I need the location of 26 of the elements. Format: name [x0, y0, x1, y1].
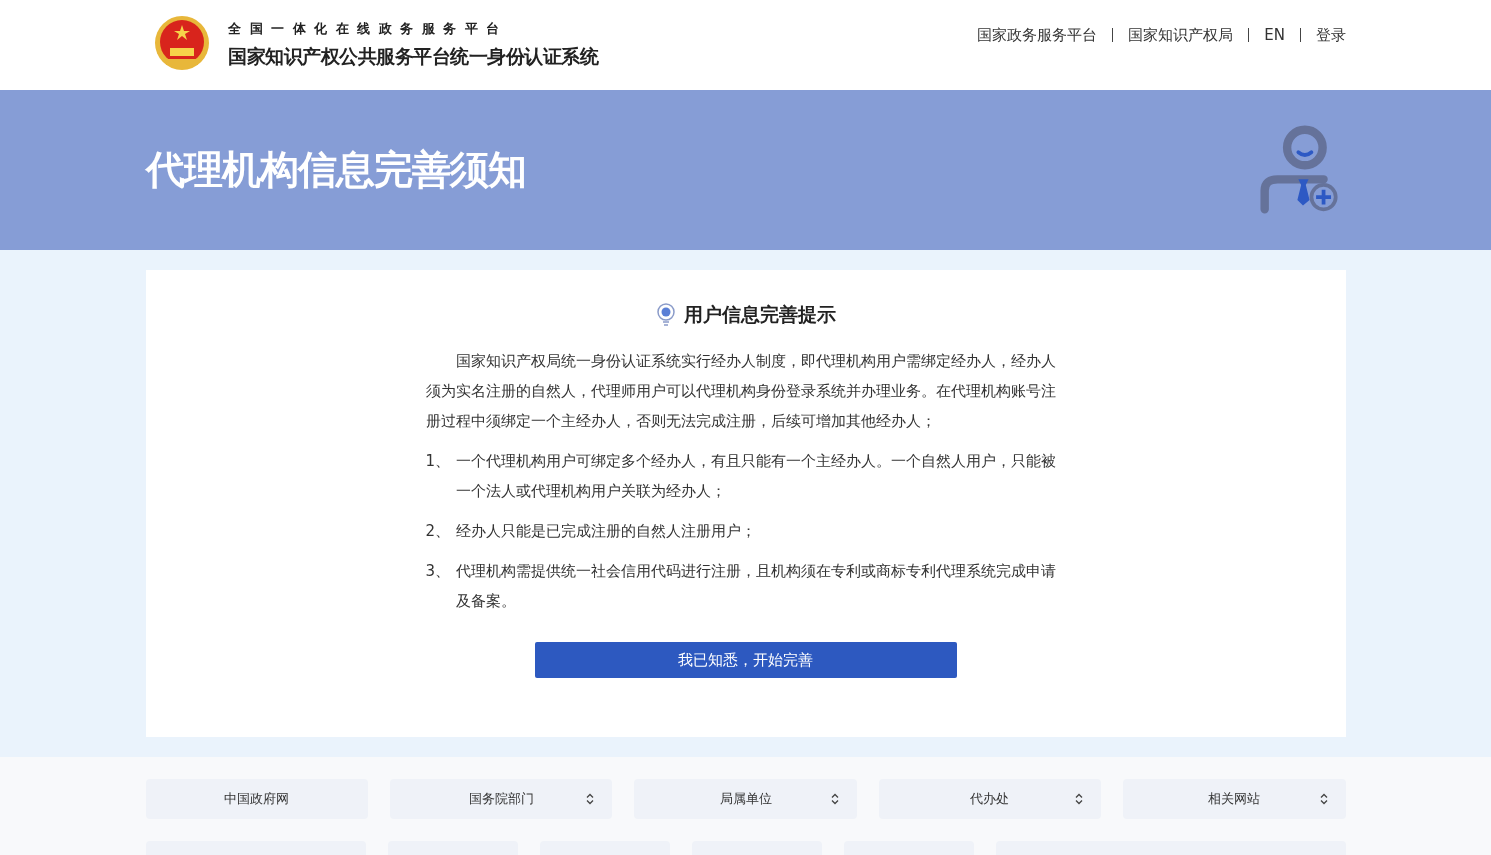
nav-link[interactable]: 国家知识产权局: [1128, 25, 1234, 45]
footer-select[interactable]: 局属单位: [634, 779, 857, 819]
system-title: 国家知识产权公共服务平台统一身份认证系统: [228, 44, 598, 69]
list-text: 一个代理机构用户可绑定多个经办人，有且只能有一个主经办人。一个自然人用户，只能被一个法人或代理机构用户关联为经办人；: [455, 451, 1057, 502]
caret-icon: [830, 793, 839, 805]
nav-link[interactable]: EN: [1264, 26, 1285, 44]
list-number: 1、: [425, 451, 452, 472]
platform-subtitle: 全国一体化在线政务服务平台: [228, 20, 509, 38]
footer-select[interactable]: 中国政府网: [145, 779, 368, 819]
caret-icon: [1319, 793, 1328, 805]
footer-select[interactable]: 国务院部门: [389, 779, 613, 819]
nav-link[interactable]: 登录: [1316, 25, 1346, 45]
lightbulb-icon: [655, 303, 676, 327]
page-title: 代理机构信息完善须知: [145, 146, 526, 194]
list-number: 2、: [425, 521, 452, 542]
notice-heading: 用户信息完善提示: [683, 302, 836, 327]
footer-select[interactable]: 相关网站: [1123, 779, 1346, 819]
footer-select[interactable]: 代办处: [878, 779, 1102, 819]
nav-link[interactable]: 国家政务服务平台: [977, 25, 1098, 45]
list-number: 3、: [425, 561, 452, 582]
caret-icon: [1075, 793, 1084, 805]
list-text: 代理机构需提供统一社会信用代码进行注册，且机构须在专利或商标专利代理系统完成申请及备案。: [455, 561, 1057, 612]
intro-paragraph: 国家知识产权局统一身份认证系统实行经办人制度，即代理机构用户需绑定经办人，经办人须为实名注册的自然人，代理师用户可以代理机构身份登录系统并办理业务。在代理机构账号注册过程中须绑定一个主经办人，否则无法完成注册，后续可增加其他经办人；: [425, 351, 1057, 432]
caret-icon: [586, 793, 595, 805]
start-button[interactable]: 我已知悉，开始完善: [534, 642, 957, 678]
list-text: 经办人只能是已完成注册的自然人注册用户；: [455, 521, 757, 542]
